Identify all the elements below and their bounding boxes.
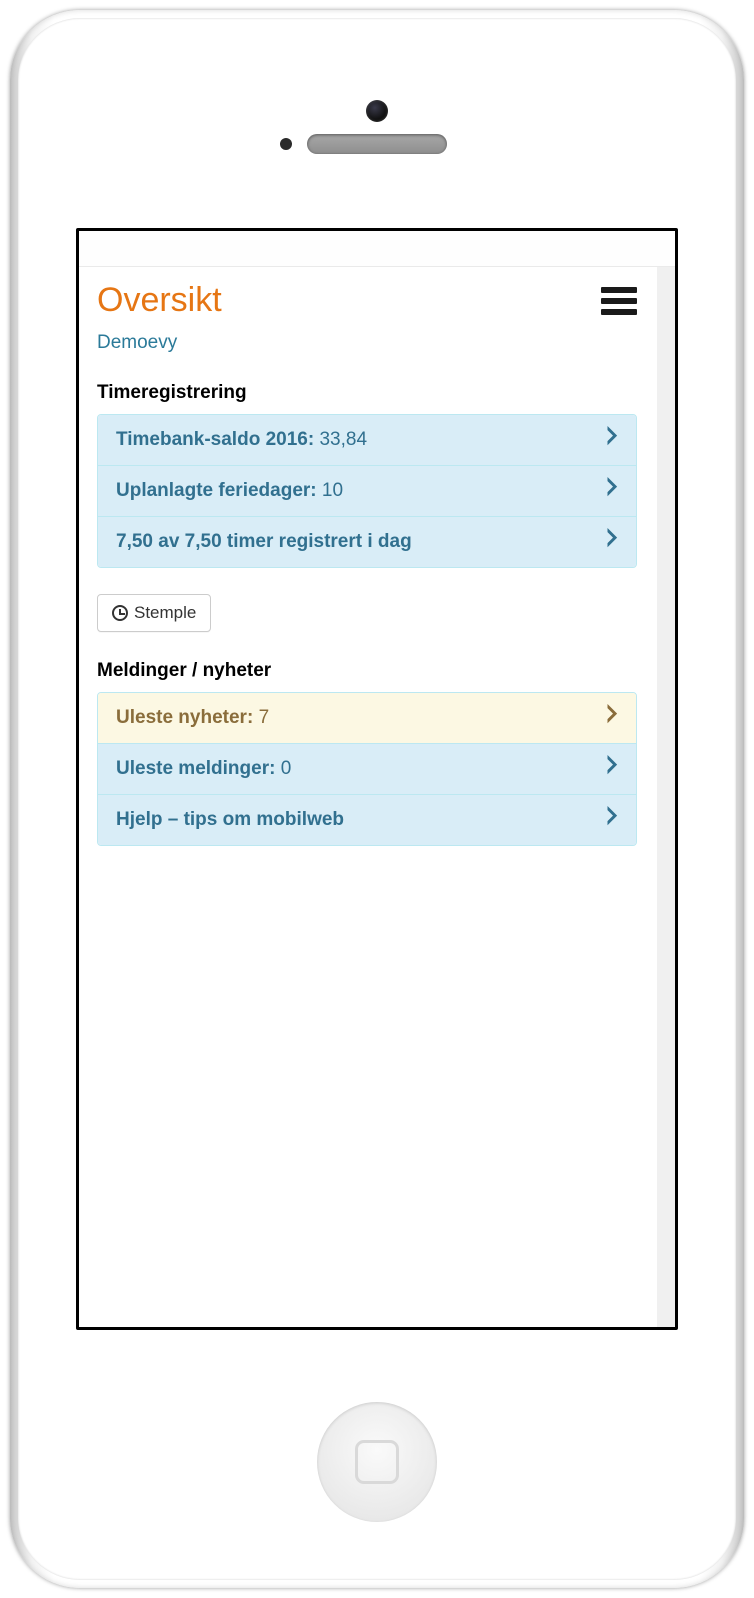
hours-today-label: 7,50 av 7,50 timer registrert i dag <box>116 531 412 552</box>
top-divider <box>79 231 675 267</box>
stamp-button-label: Stemple <box>134 603 196 623</box>
phone-camera <box>366 100 388 122</box>
unread-news-row[interactable]: Uleste nyheter: 7 <box>98 693 636 743</box>
stamp-button[interactable]: Stemple <box>97 594 211 632</box>
messages-panel: Uleste nyheter: 7 Uleste meldinger: 0 Hj… <box>97 692 637 846</box>
clock-icon <box>112 605 128 621</box>
unread-messages-row[interactable]: Uleste meldinger: 0 <box>98 743 636 794</box>
section-title-time: Timeregistrering <box>97 382 637 404</box>
phone-frame-inner: ▴ Oversikt Demoevy Timeregistrering <box>18 18 736 1580</box>
page-title: Oversikt <box>97 281 222 320</box>
timebank-value: 33,84 <box>319 429 367 450</box>
page-header: Oversikt <box>97 281 637 320</box>
time-panel: Timebank-saldo 2016: 33,84 Uplanlagte fe… <box>97 414 637 568</box>
menu-icon[interactable] <box>601 282 637 320</box>
unread-messages-label: Uleste meldinger: <box>116 758 275 779</box>
phone-home-button[interactable] <box>317 1402 437 1522</box>
phone-screen: ▴ Oversikt Demoevy Timeregistrering <box>76 228 678 1330</box>
phone-frame-outer: ▴ Oversikt Demoevy Timeregistrering <box>10 10 744 1588</box>
unread-news-value: 7 <box>259 707 270 728</box>
chevron-right-icon <box>606 527 620 555</box>
vacation-label: Uplanlagte feriedager: <box>116 480 317 501</box>
help-row[interactable]: Hjelp – tips om mobilweb <box>98 794 636 845</box>
chevron-right-icon <box>606 805 620 833</box>
timebank-row[interactable]: Timebank-saldo 2016: 33,84 <box>98 415 636 465</box>
phone-sensor <box>280 138 292 150</box>
timebank-label: Timebank-saldo 2016: <box>116 429 314 450</box>
chevron-right-icon <box>606 703 620 731</box>
screen-viewport: Oversikt Demoevy Timeregistrering Timeba… <box>79 231 675 1327</box>
unread-news-label: Uleste nyheter: <box>116 707 253 728</box>
phone-speaker <box>307 134 447 154</box>
help-label: Hjelp – tips om mobilweb <box>116 809 344 830</box>
page-content: Oversikt Demoevy Timeregistrering Timeba… <box>79 267 655 864</box>
chevron-right-icon <box>606 476 620 504</box>
vacation-value: 10 <box>322 480 343 501</box>
chevron-right-icon <box>606 425 620 453</box>
unread-messages-value: 0 <box>281 758 292 779</box>
chevron-right-icon <box>606 754 620 782</box>
hours-today-row[interactable]: 7,50 av 7,50 timer registrert i dag <box>98 516 636 567</box>
section-title-messages: Meldinger / nyheter <box>97 660 637 682</box>
user-name: Demoevy <box>97 332 637 354</box>
vacation-row[interactable]: Uplanlagte feriedager: 10 <box>98 465 636 516</box>
